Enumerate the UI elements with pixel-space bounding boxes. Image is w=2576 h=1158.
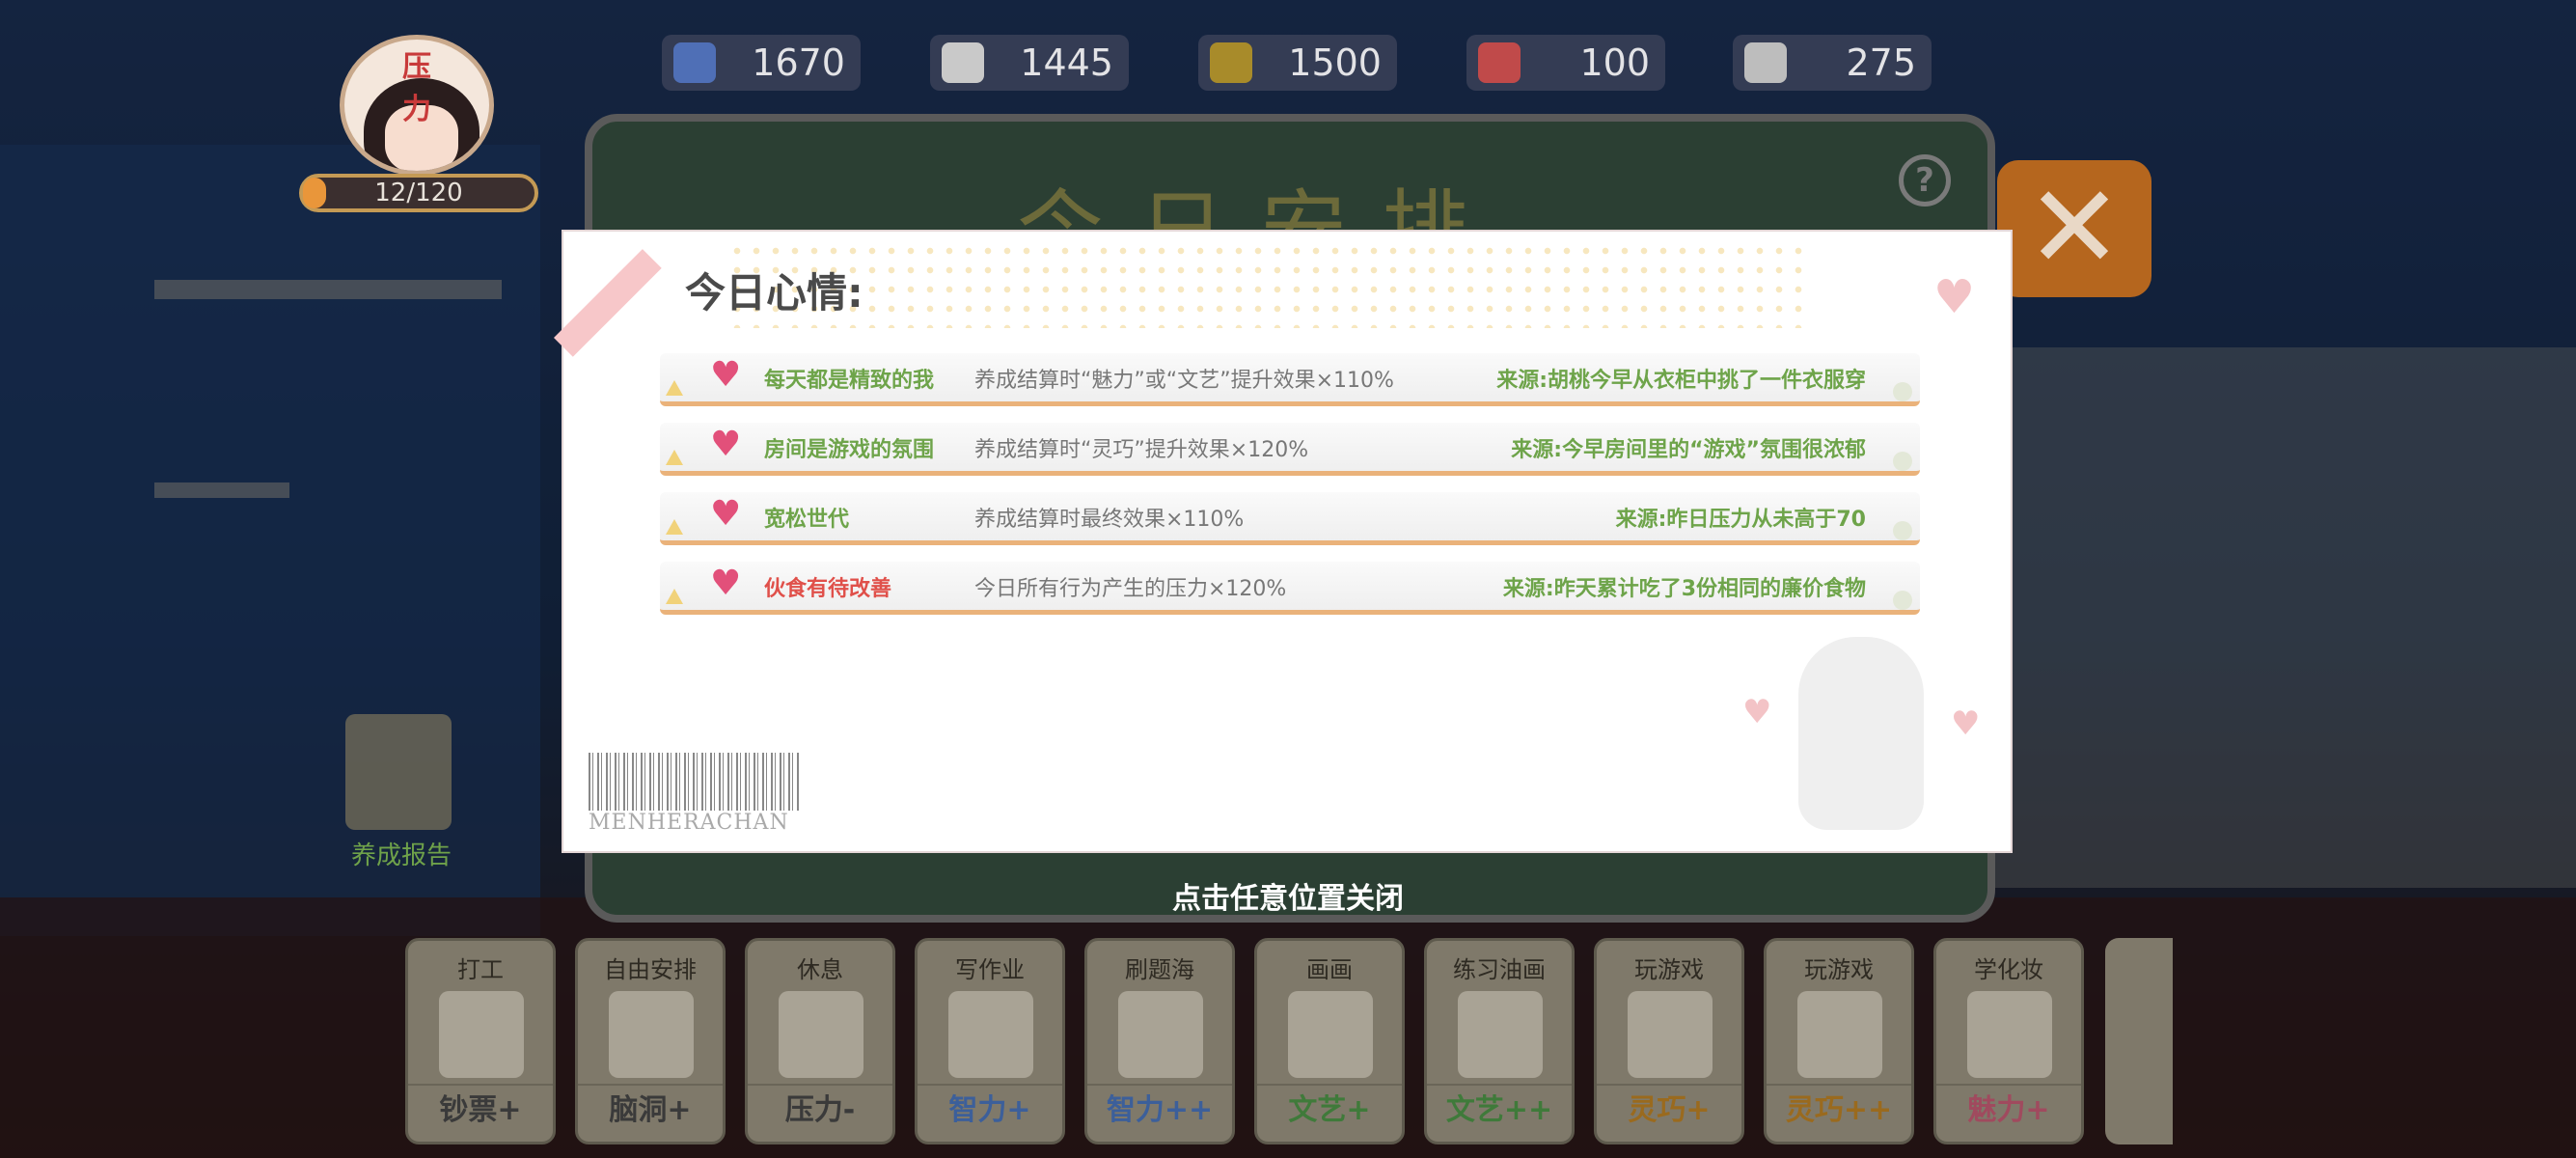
- stat-creativity: 1445: [930, 35, 1129, 91]
- action-card[interactable]: 画画 文艺+: [1254, 938, 1405, 1144]
- mood-effect: 养成结算时最终效果×110%: [974, 508, 1245, 532]
- heart-icon: ♥: [1933, 270, 1976, 324]
- heart-icon: ♥: [710, 494, 742, 534]
- dot-pattern: [727, 241, 1808, 328]
- mood-name: 宽松世代: [764, 508, 850, 532]
- mood-row: ♥ 每天都是精致的我 养成结算时“魅力”或“文艺”提升效果×110% 来源:胡桃…: [660, 353, 1920, 406]
- flower-icon: [1478, 42, 1521, 83]
- heart-icon: ♥: [710, 355, 742, 395]
- action-card[interactable]: 写作业 智力+: [915, 938, 1065, 1144]
- feather-icon: [942, 42, 984, 83]
- mood-row: ♥ 伙食有待改善 今日所有行为产生的压力×120% 来源:昨天累计吃了3份相同的…: [660, 562, 1920, 615]
- drawing-icon: [1288, 991, 1373, 1078]
- stress-meter: 12/120: [299, 174, 538, 212]
- mood-effect: 养成结算时“魅力”或“文艺”提升效果×110%: [974, 369, 1394, 393]
- stress-meter-text: 12/120: [374, 179, 463, 207]
- mood-source: 来源:昨日压力从未高于70: [1615, 508, 1866, 532]
- action-card[interactable]: 玩游戏 灵巧+: [1594, 938, 1744, 1144]
- triangle-icon: [666, 519, 683, 535]
- gameboy-icon: [1628, 991, 1713, 1078]
- triangle-icon: [666, 450, 683, 465]
- stat-insight: 275: [1733, 35, 1932, 91]
- corner-ribbon: [554, 249, 662, 357]
- action-card-partial[interactable]: [2105, 938, 2173, 1144]
- easel-icon: [1458, 991, 1543, 1078]
- help-button[interactable]: ?: [1899, 154, 1951, 207]
- action-card[interactable]: 学化妆 魅力+: [1933, 938, 2084, 1144]
- mood-heading: 今日心情:: [685, 269, 863, 317]
- character-silhouette: [1798, 637, 1924, 830]
- mood-effect: 今日所有行为产生的压力×120%: [974, 577, 1287, 601]
- triangle-icon: [666, 589, 683, 604]
- mood-name: 每天都是精致的我: [764, 369, 935, 393]
- bandage-icon: [779, 991, 863, 1078]
- clipboard-icon[interactable]: [345, 714, 452, 830]
- action-card[interactable]: 自由安排 脑洞+: [575, 938, 726, 1144]
- action-card[interactable]: 休息 压力-: [745, 938, 895, 1144]
- flashlight-icon: [1210, 42, 1252, 83]
- mood-row: ♥ 宽松世代 养成结算时最终效果×110% 来源:昨日压力从未高于70: [660, 492, 1920, 545]
- stat-intelligence: 1670: [662, 35, 861, 91]
- close-icon: ✕: [2025, 161, 2124, 295]
- stat-charm: 100: [1466, 35, 1665, 91]
- triangle-icon: [666, 380, 683, 396]
- mood-source: 来源:昨天累计吃了3份相同的廉价食物: [1502, 577, 1866, 601]
- avatar-stress-tag: 压力: [402, 50, 431, 126]
- action-card[interactable]: 刷题海 智力++: [1084, 938, 1235, 1144]
- report-label[interactable]: 养成报告: [351, 836, 452, 871]
- graduation-cap-icon: [673, 42, 716, 83]
- mood-effect: 养成结算时“灵巧”提升效果×120%: [974, 438, 1309, 462]
- barcode-text: MENHERACHAN: [589, 811, 789, 835]
- stat-dexterity: 1500: [1198, 35, 1397, 91]
- close-button[interactable]: ✕: [1997, 160, 2151, 297]
- close-hint: 点击任意位置关闭: [1172, 882, 1404, 916]
- mood-row: ♥ 房间是游戏的氛围 养成结算时“灵巧”提升效果×120% 来源:今早房间里的“…: [660, 423, 1920, 476]
- barcode: [589, 753, 799, 811]
- stress-avatar[interactable]: 压力: [340, 35, 500, 179]
- action-card[interactable]: 打工 钞票+: [405, 938, 556, 1144]
- mood-source: 来源:今早房间里的“游戏”氛围很浓郁: [1511, 438, 1866, 462]
- heart-icon: ♥: [1742, 693, 1772, 731]
- heart-icon: ♥: [710, 425, 742, 464]
- mood-source: 来源:胡桃今早从衣柜中挑了一件衣服穿: [1496, 369, 1866, 393]
- action-card[interactable]: 练习油画 文艺++: [1424, 938, 1575, 1144]
- notebook-icon: [948, 991, 1033, 1078]
- mood-card: 今日心情: ♥ ♥ ♥ ♥ 每天都是精致的我 养成结算时“魅力”或“文艺”提升效…: [554, 232, 2011, 851]
- heart-icon: ♥: [710, 564, 742, 603]
- mood-name: 伙食有待改善: [764, 577, 892, 601]
- magnifier-icon: [1744, 42, 1787, 83]
- game-console-icon: [1797, 991, 1882, 1078]
- lightbulb-icon: [609, 991, 694, 1078]
- heart-icon: ♥: [1951, 704, 1981, 743]
- makeup-box-icon: [1967, 991, 2052, 1078]
- books-icon: [1118, 991, 1203, 1078]
- mood-name: 房间是游戏的氛围: [764, 438, 935, 462]
- action-card[interactable]: 玩游戏 灵巧++: [1764, 938, 1914, 1144]
- id-card-icon: [439, 991, 524, 1078]
